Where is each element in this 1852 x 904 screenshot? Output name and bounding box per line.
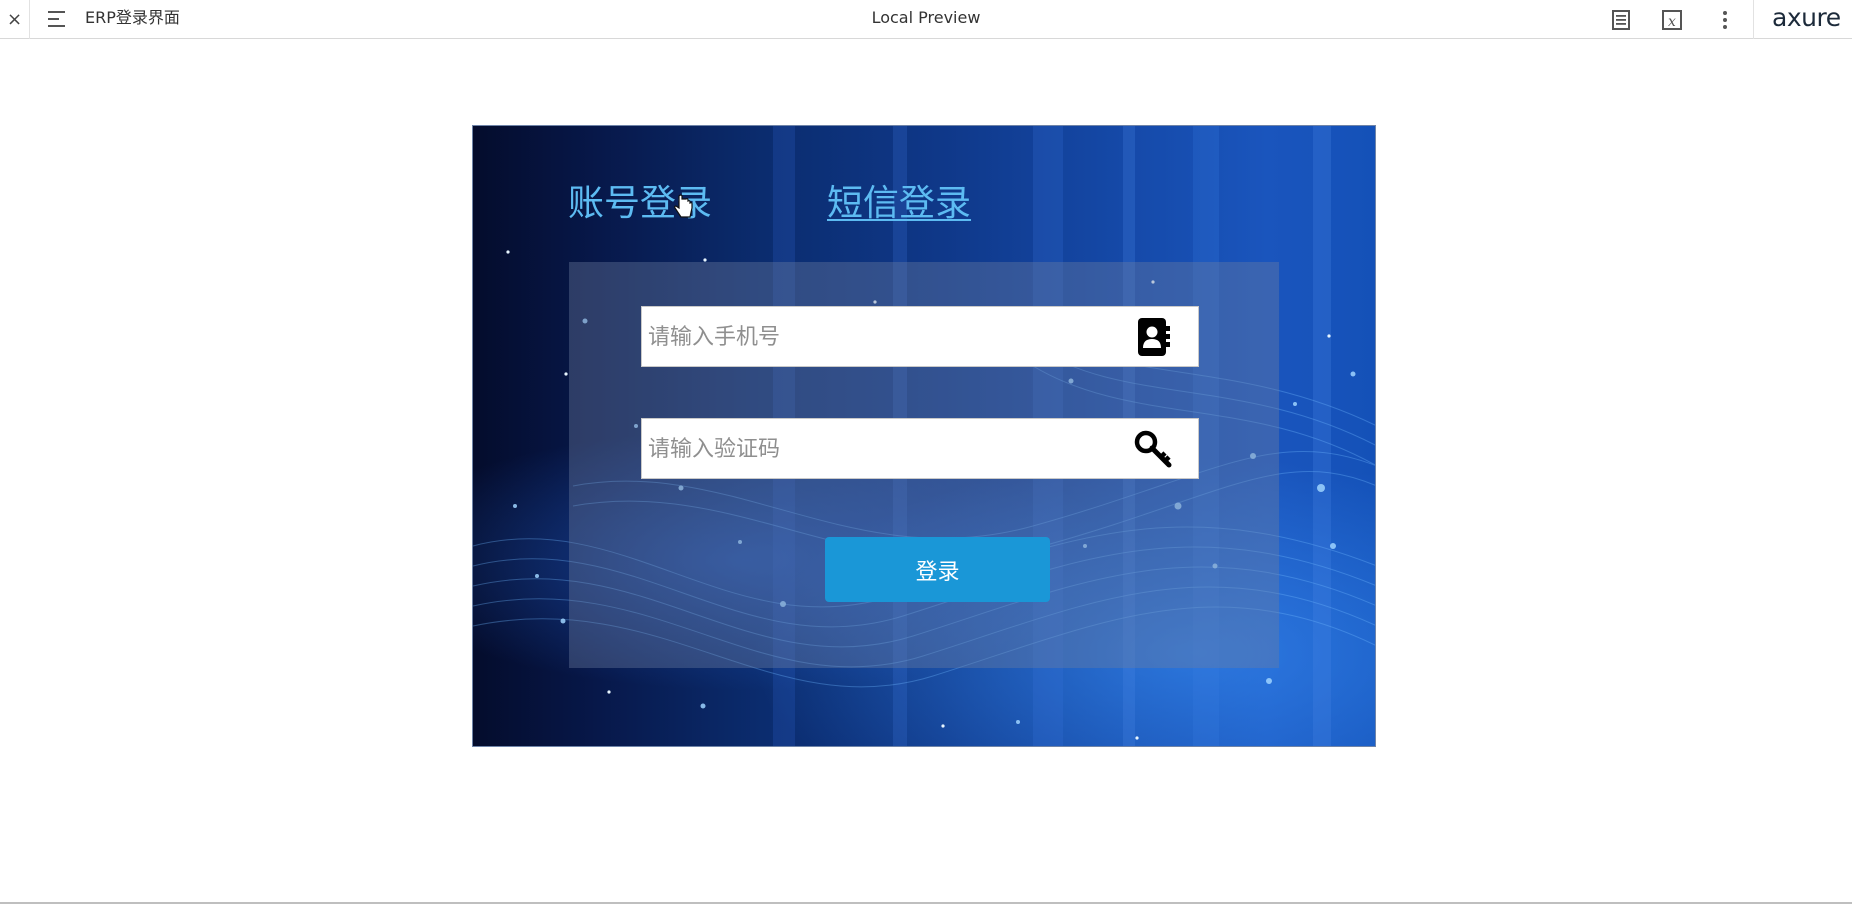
key-icon: [1134, 430, 1172, 468]
preview-toolbar: × ERP登录界面 Local Preview x axure: [0, 0, 1852, 39]
menu-icon[interactable]: [46, 8, 70, 30]
axure-logo[interactable]: axure: [1772, 3, 1841, 33]
page-title: ERP登录界面: [85, 8, 180, 27]
toolbar-divider: [1753, 0, 1754, 39]
login-form: 登录: [569, 262, 1279, 668]
variables-icon[interactable]: x: [1659, 7, 1685, 33]
phone-field: [641, 306, 1199, 368]
preview-label: Local Preview: [871, 8, 981, 27]
phone-input[interactable]: [646, 307, 1120, 368]
pointer-cursor-icon: [674, 194, 693, 218]
verification-code-input[interactable]: [646, 419, 1120, 480]
page-notes-icon[interactable]: [1608, 7, 1634, 33]
tab-sms-login[interactable]: 短信登录: [827, 180, 971, 228]
contact-book-icon: [1138, 318, 1170, 356]
more-icon[interactable]: [1712, 7, 1738, 33]
login-panel: 账号登录 短信登录 登录: [472, 125, 1376, 747]
verification-code-field: [641, 418, 1199, 480]
svg-text:x: x: [1668, 14, 1676, 30]
close-icon[interactable]: ×: [0, 0, 30, 39]
login-button[interactable]: 登录: [825, 537, 1050, 602]
